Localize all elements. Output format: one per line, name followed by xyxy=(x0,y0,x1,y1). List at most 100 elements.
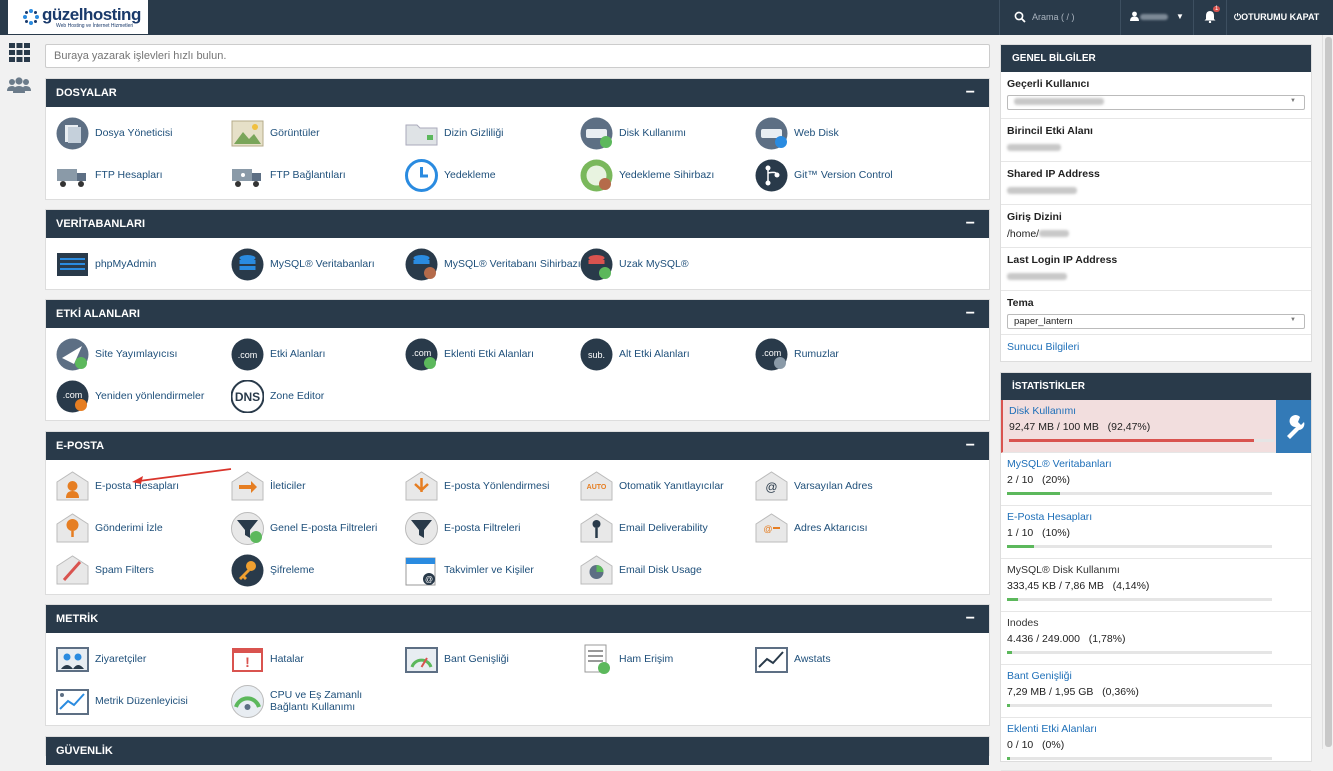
email-panel: E-POSTA − E-posta Hesapları İleticiler E-… xyxy=(45,431,990,595)
disk-usage-link[interactable]: Disk Kullanımı xyxy=(580,116,686,150)
theme-select[interactable]: paper_lantern ▼ xyxy=(1007,314,1305,329)
web-disk-link[interactable]: Web Disk xyxy=(755,116,839,150)
quick-find-input[interactable] xyxy=(45,44,990,68)
track-delivery-link[interactable]: Gönderimi İzle xyxy=(56,511,163,545)
zone-editor-link[interactable]: DNS Zone Editor xyxy=(231,379,324,413)
address-importer-link[interactable]: @ Adres Aktarıcısı xyxy=(755,511,868,545)
item-label: FTP Bağlantıları xyxy=(270,169,346,181)
site-publisher-link[interactable]: Site Yayımlayıcısı xyxy=(56,337,177,371)
filter-icon xyxy=(405,511,438,545)
cpu-usage-link[interactable]: CPU ve Eş Zamanlı Bağlantı Kullanımı xyxy=(231,684,400,718)
images-link[interactable]: Görüntüler xyxy=(231,116,320,150)
databases-panel-header[interactable]: VERİTABANLARI − xyxy=(46,210,989,238)
ftp-accounts-link[interactable]: FTP Hesapları xyxy=(56,158,163,192)
users-icon[interactable] xyxy=(7,77,31,93)
backup-wizard-link[interactable]: Yedekleme Sihirbazı xyxy=(580,158,714,192)
email-routing-link[interactable]: E-posta Yönlendirmesi xyxy=(405,469,549,503)
svg-text:.com: .com xyxy=(63,390,83,400)
phpmyadmin-icon xyxy=(57,252,88,276)
home-dir-row: Giriş Dizini /home/ xyxy=(1001,205,1311,248)
database-wizard-icon xyxy=(405,248,438,280)
item-label: Email Disk Usage xyxy=(619,564,702,576)
logout-button[interactable]: ⏻OTURUMU KAPAT xyxy=(1234,12,1319,23)
email-filters-link[interactable]: E-posta Filtreleri xyxy=(405,511,520,545)
stat-row[interactable]: MySQL® Veritabanları 2 / 10 (20%) xyxy=(1001,453,1311,506)
scrollbar-thumb[interactable] xyxy=(1325,37,1332,747)
email-disk-usage-link[interactable]: Email Disk Usage xyxy=(580,553,702,587)
bandwidth-link[interactable]: Bant Genişliği xyxy=(405,642,509,676)
email-panel-header[interactable]: E-POSTA − xyxy=(46,432,989,460)
aliases-link[interactable]: .com Rumuzlar xyxy=(755,337,839,371)
last-login-label: Last Login IP Address xyxy=(1007,254,1118,266)
apps-grid-icon[interactable] xyxy=(9,43,30,62)
phpmyadmin-link[interactable]: phpMyAdmin xyxy=(56,247,156,281)
metrics-panel-header[interactable]: METRİK − xyxy=(46,605,989,633)
notifications-button[interactable]: 1 xyxy=(1193,0,1227,35)
collapse-icon[interactable]: − xyxy=(966,210,975,238)
stat-progress-fill xyxy=(1007,757,1010,760)
stat-row[interactable]: Disk Kullanımı 92,47 MB / 100 MB (92,47%) xyxy=(1001,400,1311,453)
email-deliverability-link[interactable]: Email Deliverability xyxy=(580,511,708,545)
global-email-filters-link[interactable]: Genel E-posta Filtreleri xyxy=(231,511,377,545)
annotation-arrow-icon xyxy=(132,468,232,484)
stat-row[interactable]: Eklenti Etki Alanları 0 / 10 (0%) xyxy=(1001,718,1311,771)
subdomains-link[interactable]: sub. Alt Etki Alanları xyxy=(580,337,690,371)
stat-label[interactable]: Disk Kullanımı xyxy=(1009,405,1305,417)
ftp-connections-link[interactable]: FTP Bağlantıları xyxy=(231,158,346,192)
collapse-icon[interactable]: − xyxy=(966,300,975,328)
raw-access-link[interactable]: Ham Erişim xyxy=(580,642,673,676)
awstats-link[interactable]: Awstats xyxy=(755,642,831,676)
domain-com-icon: .com xyxy=(231,338,264,370)
last-login-row: Last Login IP Address xyxy=(1001,248,1311,291)
forwarders-link[interactable]: İleticiler xyxy=(231,469,306,503)
spam-filters-link[interactable]: Spam Filters xyxy=(56,553,154,587)
top-search[interactable]: Arama ( / ) xyxy=(999,0,1121,35)
collapse-icon[interactable]: − xyxy=(966,605,975,633)
item-label: Gönderimi İzle xyxy=(95,522,163,534)
stat-label[interactable]: E-Posta Hesapları xyxy=(1007,511,1305,523)
git-version-control-link[interactable]: Git™ Version Control xyxy=(755,158,893,192)
file-manager-link[interactable]: Dosya Yöneticisi xyxy=(56,116,172,150)
email-routing-icon xyxy=(405,470,438,500)
stat-label[interactable]: Eklenti Etki Alanları xyxy=(1007,723,1305,735)
encryption-link[interactable]: Şifreleme xyxy=(231,553,314,587)
mysql-database-wizard-link[interactable]: MySQL® Veritabanı Sihirbazı xyxy=(405,247,581,281)
calendars-contacts-link[interactable]: @ Takvimler ve Kişiler xyxy=(405,553,534,587)
metrics-panel: METRİK − Ziyaretçiler ! Hatalar Bant Geni… xyxy=(45,604,990,726)
svg-text:.com: .com xyxy=(412,348,432,358)
stat-label[interactable]: Bant Genişliği xyxy=(1007,670,1305,682)
autoresponders-link[interactable]: AUTO Otomatik Yanıtlayıcılar xyxy=(580,469,724,503)
disk-usage-icon xyxy=(580,117,613,149)
redirects-link[interactable]: .com Yeniden yönlendirmeler xyxy=(56,379,204,413)
security-panel-header[interactable]: GÜVENLİK xyxy=(46,737,989,765)
collapse-icon[interactable]: − xyxy=(966,432,975,460)
default-address-link[interactable]: @ Varsayılan Adres xyxy=(755,469,873,503)
metrics-editor-link[interactable]: Metrik Düzenleyicisi xyxy=(56,684,188,718)
security-panel: GÜVENLİK xyxy=(45,736,990,765)
stat-row[interactable]: E-Posta Hesapları 1 / 10 (10%) xyxy=(1001,506,1311,559)
server-info-link[interactable]: Sunucu Bilgileri xyxy=(1007,341,1079,353)
wrench-icon[interactable] xyxy=(1276,400,1311,453)
brand-logo[interactable]: güzelhosting Web Hosting ve İnternet Hiz… xyxy=(8,0,148,34)
stat-label[interactable]: MySQL® Veritabanları xyxy=(1007,458,1305,470)
item-label: Takvimler ve Kişiler xyxy=(444,564,534,576)
page-scrollbar[interactable] xyxy=(1322,35,1333,749)
mysql-databases-link[interactable]: MySQL® Veritabanları xyxy=(231,247,375,281)
user-menu[interactable]: ▼ xyxy=(1122,0,1192,35)
item-label: Bant Genişliği xyxy=(444,653,509,665)
current-user-select[interactable]: ▼ xyxy=(1007,95,1305,110)
visitors-link[interactable]: Ziyaretçiler xyxy=(56,642,146,676)
stat-row[interactable]: Bant Genişliği 7,29 MB / 1,95 GB (0,36%) xyxy=(1001,665,1311,718)
files-panel-header[interactable]: DOSYALAR − xyxy=(46,79,989,107)
domains-link[interactable]: .com Etki Alanları xyxy=(231,337,325,371)
backup-link[interactable]: Yedekleme xyxy=(405,158,496,192)
addon-domains-link[interactable]: .com Eklenti Etki Alanları xyxy=(405,337,534,371)
domains-panel-header[interactable]: ETKİ ALANLARI − xyxy=(46,300,989,328)
remote-mysql-link[interactable]: Uzak MySQL® xyxy=(580,247,689,281)
errors-link[interactable]: ! Hatalar xyxy=(231,642,304,676)
collapse-icon[interactable]: − xyxy=(966,79,975,107)
directory-privacy-link[interactable]: Dizin Gizliliği xyxy=(405,116,504,150)
images-icon xyxy=(231,120,264,146)
last-login-redacted xyxy=(1007,273,1067,280)
item-label: Rumuzlar xyxy=(794,348,839,360)
